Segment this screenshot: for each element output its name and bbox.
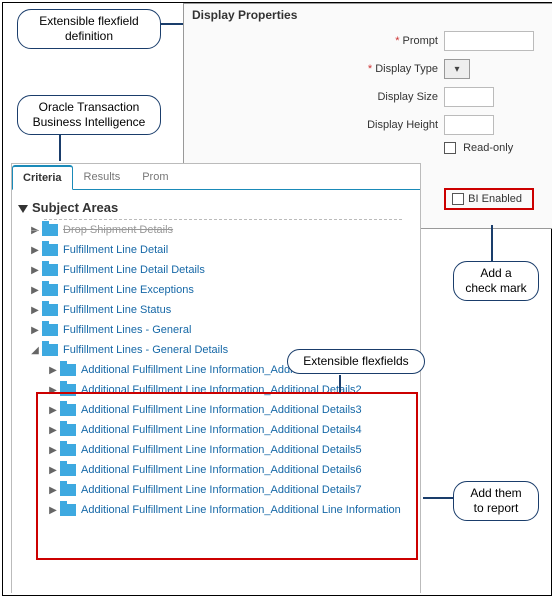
bi-enabled-label: BI Enabled <box>468 193 522 205</box>
tab-bar: Criteria Results Prom <box>12 164 420 190</box>
otbi-panel: Criteria Results Prom Subject Areas ▶ Dr… <box>11 163 421 593</box>
tree-item[interactable]: ▶Fulfillment Line Exceptions <box>16 280 416 300</box>
caret-icon: ▶ <box>48 485 58 496</box>
tab-results[interactable]: Results <box>73 165 132 189</box>
tree-item[interactable]: ▶Fulfillment Line Status <box>16 300 416 320</box>
subject-areas-heading[interactable]: Subject Areas <box>18 200 414 215</box>
read-only-checkbox[interactable] <box>444 142 456 154</box>
display-type-label: Display Type <box>184 63 444 75</box>
tree-item[interactable]: ▶Additional Fulfillment Line Information… <box>16 500 416 520</box>
folder-icon <box>42 224 58 236</box>
bi-enabled-checkbox[interactable] <box>452 193 464 205</box>
folder-icon <box>60 504 76 516</box>
folder-icon <box>42 284 58 296</box>
caret-icon: ▶ <box>48 425 58 436</box>
caret-icon: ▶ <box>48 405 58 416</box>
caret-icon: ▶ <box>30 285 40 296</box>
chevron-down-icon <box>18 205 28 213</box>
folder-icon <box>60 424 76 436</box>
callout-otbi: Oracle Transaction Business Intelligence <box>17 95 161 135</box>
tree-item[interactable]: ▶Additional Fulfillment Line Information… <box>16 440 416 460</box>
tree-item[interactable]: ▶Additional Fulfillment Line Information… <box>16 480 416 500</box>
tree-item[interactable]: ▶Additional Fulfillment Line Information… <box>16 400 416 420</box>
prompt-input[interactable] <box>444 31 534 51</box>
tree-item[interactable]: ▶ Drop Shipment Details <box>16 220 416 240</box>
caret-icon: ▶ <box>48 465 58 476</box>
caret-icon: ▶ <box>48 445 58 456</box>
caret-icon: ▶ <box>48 385 58 396</box>
caret-icon: ▶ <box>30 325 40 336</box>
callout-report: Add them to report <box>453 481 539 521</box>
bi-enabled-highlight: BI Enabled <box>444 188 534 210</box>
folder-icon <box>42 264 58 276</box>
caret-icon: ▶ <box>48 505 58 516</box>
tree-item[interactable]: ▶Fulfillment Lines - General <box>16 320 416 340</box>
tree-item[interactable]: ▶Additional Fulfillment Line Information… <box>16 460 416 480</box>
caret-icon: ▶ <box>30 245 40 256</box>
folder-icon <box>42 344 58 356</box>
prompt-label: Prompt <box>184 35 444 47</box>
caret-icon: ▶ <box>30 305 40 316</box>
tab-criteria[interactable]: Criteria <box>12 165 73 190</box>
caret-icon: ▶ <box>30 225 40 236</box>
read-only-label: Read-only <box>463 142 513 154</box>
folder-icon <box>60 444 76 456</box>
tree-item[interactable]: ▶Fulfillment Line Detail <box>16 240 416 260</box>
tree-item[interactable]: ▶Additional Fulfillment Line Information… <box>16 420 416 440</box>
display-size-input[interactable] <box>444 87 494 107</box>
display-type-select[interactable]: ▾ <box>444 59 470 79</box>
display-height-label: Display Height <box>184 119 444 131</box>
folder-icon <box>60 404 76 416</box>
callout-eff: Extensible flexfields <box>287 349 425 374</box>
tree-item[interactable]: ▶Fulfillment Line Detail Details <box>16 260 416 280</box>
caret-icon: ▶ <box>30 265 40 276</box>
folder-icon <box>60 464 76 476</box>
folder-icon <box>60 364 76 376</box>
folder-icon <box>42 244 58 256</box>
tab-prompts[interactable]: Prom <box>131 165 179 189</box>
caret-down-icon: ◢ <box>30 345 40 356</box>
folder-icon <box>60 384 76 396</box>
display-properties-heading: Display Properties <box>192 8 544 22</box>
callout-eff-definition: Extensible flexfield definition <box>17 9 161 49</box>
caret-icon: ▶ <box>48 365 58 376</box>
frame: Extensible flexfield definition Oracle T… <box>2 2 552 596</box>
display-size-label: Display Size <box>184 91 444 103</box>
folder-icon <box>60 484 76 496</box>
tree-item[interactable]: ▶Additional Fulfillment Line Information… <box>16 380 416 400</box>
folder-icon <box>42 324 58 336</box>
folder-icon <box>42 304 58 316</box>
display-height-input[interactable] <box>444 115 494 135</box>
callout-checkmark: Add a check mark <box>453 261 539 301</box>
